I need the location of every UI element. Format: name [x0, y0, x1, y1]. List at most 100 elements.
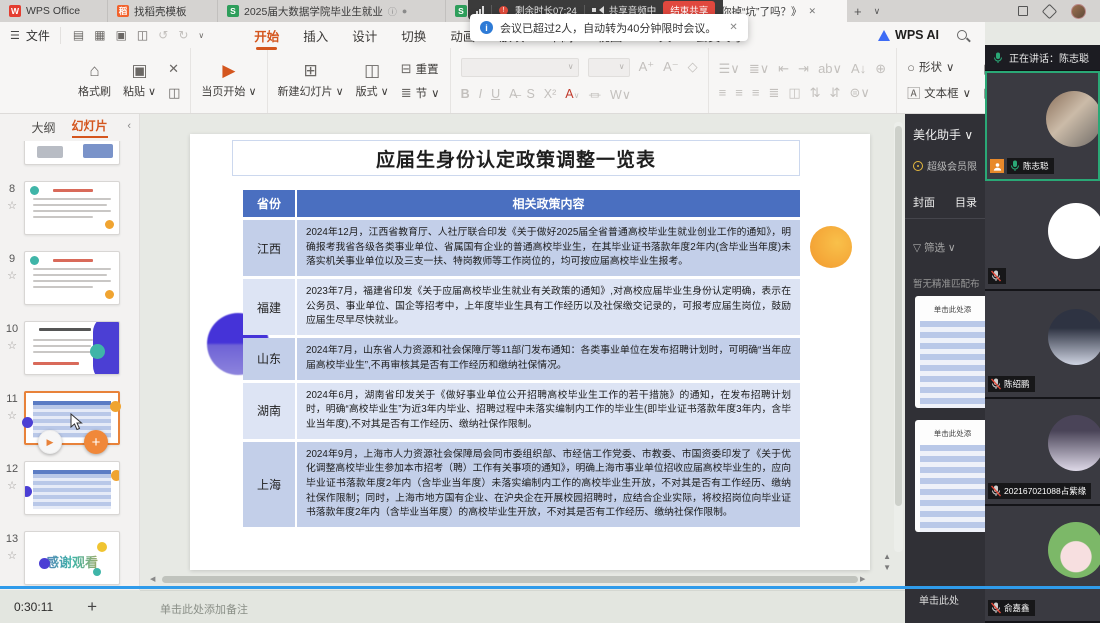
- scroll-left-icon[interactable]: ◀: [150, 575, 160, 583]
- thumbnail-preview[interactable]: [24, 181, 120, 235]
- restore-window-icon[interactable]: [1018, 6, 1028, 16]
- thumbnail-preview[interactable]: 感谢观看: [24, 531, 120, 585]
- slide-thumbnail-13[interactable]: 13☆感谢观看: [0, 531, 140, 585]
- para-spacing-icon[interactable]: ⇵: [830, 85, 841, 101]
- bullet-list-icon[interactable]: ☰∨: [719, 61, 740, 77]
- menu-tab[interactable]: 设计: [342, 23, 387, 48]
- columns-icon[interactable]: ◫: [788, 85, 800, 101]
- new-tab-button[interactable]: +: [847, 0, 869, 22]
- layout-suggestion-card[interactable]: 单击此处添: [915, 296, 985, 408]
- increase-font-icon[interactable]: A⁺: [639, 59, 655, 75]
- convert-icon[interactable]: ⊕: [875, 61, 886, 77]
- vertical-text-icon[interactable]: A↓: [851, 61, 866, 76]
- hamburger-icon[interactable]: ☰: [0, 29, 26, 42]
- highlight-button[interactable]: ⏛: [589, 85, 602, 104]
- insert-slide-button[interactable]: +: [84, 430, 108, 454]
- undo-icon[interactable]: ↺: [158, 28, 168, 42]
- superscript-button[interactable]: X²: [544, 87, 557, 101]
- shadow-button[interactable]: S: [526, 87, 534, 101]
- print-icon[interactable]: ▣: [116, 28, 127, 42]
- align-right-icon[interactable]: ≡: [752, 85, 760, 100]
- outline-tab[interactable]: 大纲: [31, 119, 55, 136]
- toast-close-icon[interactable]: ✕: [729, 22, 737, 33]
- italic-button[interactable]: I: [479, 87, 482, 101]
- line-spacing-icon[interactable]: ⇅: [810, 85, 821, 101]
- decrease-font-icon[interactable]: A⁻: [663, 59, 679, 75]
- account-avatar[interactable]: [1071, 4, 1086, 19]
- wps-ai-button[interactable]: WPS AI: [878, 28, 939, 42]
- layout-suggestion-card[interactable]: 单击此处添: [915, 420, 985, 532]
- reset-button[interactable]: ⊟重置: [401, 61, 440, 77]
- menu-tab[interactable]: 切换: [391, 23, 436, 48]
- tab-bigdata-doc[interactable]: S 2025届大数据学院毕业生就业 ⓘ ●: [218, 0, 446, 22]
- clear-format-icon[interactable]: ◇: [688, 59, 698, 75]
- new-slide-button[interactable]: ⊞ 新建幻灯片 ∨: [278, 62, 344, 99]
- text-direction-icon[interactable]: ab∨: [818, 61, 842, 77]
- paste-button[interactable]: ▣ 粘贴 ∨: [123, 62, 156, 99]
- menu-tab[interactable]: 插入: [293, 23, 338, 48]
- tab-list-chevron-icon[interactable]: ∨: [869, 0, 886, 22]
- thumbnail-partial[interactable]: [0, 141, 140, 165]
- notes-bar[interactable]: 单击此处添加备注: [140, 590, 905, 623]
- align-center-icon[interactable]: ≡: [735, 85, 743, 100]
- underline-button[interactable]: U: [491, 87, 500, 101]
- participant-tile[interactable]: 陈志聪: [985, 71, 1100, 181]
- more-chevron-icon[interactable]: ∨: [198, 31, 204, 40]
- collapse-panel-icon[interactable]: ‹: [127, 120, 131, 132]
- textbox-button[interactable]: 🄰文本框 ∨: [907, 83, 971, 102]
- favorite-star-icon[interactable]: ☆: [7, 269, 17, 282]
- print-preview-icon[interactable]: ◫: [137, 28, 148, 42]
- increase-indent-icon[interactable]: ⇥: [798, 61, 809, 77]
- decrease-indent-icon[interactable]: ⇤: [778, 61, 789, 77]
- smart-align-icon[interactable]: ⊜∨: [849, 85, 869, 101]
- filter-button[interactable]: ▽ 筛选 ∨: [913, 240, 956, 255]
- vertical-scrollbar[interactable]: [894, 122, 903, 552]
- align-left-icon[interactable]: ≡: [719, 85, 727, 100]
- slide-thumbnail-8[interactable]: 8☆: [0, 181, 140, 235]
- cover-tab[interactable]: 封面: [913, 194, 935, 210]
- font-family-select[interactable]: [461, 58, 579, 77]
- output-icon[interactable]: ▦: [94, 28, 105, 42]
- justify-icon[interactable]: ≣: [768, 85, 779, 101]
- slide-title[interactable]: 应届生身份认定政策调整一览表: [232, 140, 800, 176]
- slide-thumbnail-11[interactable]: 11☆▶+: [0, 391, 140, 445]
- slides-tab[interactable]: 幻灯片: [72, 117, 108, 138]
- favorite-star-icon[interactable]: ☆: [7, 549, 17, 562]
- copy-icon[interactable]: ◫: [168, 85, 180, 101]
- scroll-right-icon[interactable]: ▶: [860, 575, 870, 583]
- slide-thumbnail-12[interactable]: 12☆: [0, 461, 140, 515]
- favorite-star-icon[interactable]: ☆: [7, 409, 17, 422]
- participant-tile[interactable]: 202167021088占紫缘: [985, 399, 1100, 506]
- menu-tab[interactable]: 开始: [244, 23, 289, 48]
- redo-icon[interactable]: ↻: [178, 28, 188, 42]
- favorite-star-icon[interactable]: ☆: [7, 199, 17, 212]
- format-painter-button[interactable]: ⌂ 格式刷: [78, 62, 111, 99]
- toc-tab[interactable]: 目录: [955, 194, 977, 210]
- slide-thumbnail-10[interactable]: 10☆: [0, 321, 140, 375]
- thumbnail-preview[interactable]: [24, 321, 120, 375]
- thumbnail-preview[interactable]: ▶+: [24, 391, 120, 445]
- file-menu[interactable]: 文件: [26, 27, 61, 44]
- shapes-button[interactable]: ○形状 ∨: [907, 59, 971, 75]
- current-slide[interactable]: 应届生身份认定政策调整一览表 省份 相关政策内容 江西2024年12月，江西省教…: [190, 134, 870, 570]
- slide-canvas[interactable]: 应届生身份认定政策调整一览表 省份 相关政策内容 江西2024年12月，江西省教…: [140, 114, 905, 590]
- horizontal-scrollbar[interactable]: ◀ ▶: [150, 575, 870, 583]
- number-list-icon[interactable]: ≣∨: [749, 61, 769, 77]
- add-slide-button[interactable]: +: [87, 597, 97, 617]
- participant-tile[interactable]: [985, 181, 1100, 291]
- save-icon[interactable]: ▤: [73, 28, 84, 42]
- bold-button[interactable]: B: [461, 87, 470, 101]
- favorite-star-icon[interactable]: ☆: [7, 479, 17, 492]
- thumbnail-preview[interactable]: [24, 461, 120, 515]
- favorite-star-icon[interactable]: ☆: [7, 339, 17, 352]
- workspace-icon[interactable]: [1042, 3, 1058, 19]
- thumbnail-preview[interactable]: [24, 251, 120, 305]
- font-size-select[interactable]: [588, 58, 630, 77]
- close-tab-icon[interactable]: ✕: [809, 6, 817, 17]
- play-from-current-button[interactable]: ▶ 当页开始 ∨: [201, 62, 256, 99]
- text-effect-button[interactable]: W∨: [610, 87, 631, 102]
- participant-tile[interactable]: 陈绍鹏: [985, 291, 1100, 399]
- strike-button[interactable]: A̶: [509, 87, 517, 101]
- play-slide-button[interactable]: ▶: [38, 430, 62, 454]
- layout-button[interactable]: ◫ 版式 ∨: [356, 62, 389, 99]
